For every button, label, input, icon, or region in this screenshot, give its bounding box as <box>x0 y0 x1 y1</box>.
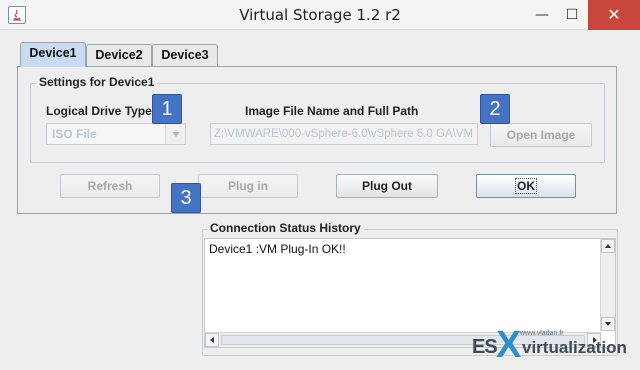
tab-device1[interactable]: Device1 <box>20 42 86 67</box>
chevron-down-icon[interactable] <box>165 124 185 144</box>
drive-type-label: Logical Drive Type <box>46 104 152 118</box>
settings-group-title: Settings for Device1 <box>36 75 158 89</box>
marker-3: 3 <box>171 183 201 213</box>
plug-out-button[interactable]: Plug Out <box>336 174 438 198</box>
drive-type-value: ISO File <box>52 127 97 141</box>
minimize-button[interactable]: — <box>527 0 557 30</box>
watermark-es: ES <box>472 336 498 358</box>
tab-device3[interactable]: Device3 <box>152 44 218 66</box>
marker-2: 2 <box>480 94 510 124</box>
ok-button[interactable]: OK <box>476 174 576 198</box>
marker-1: 1 <box>152 94 182 124</box>
connection-status-title: Connection Status History <box>207 221 364 235</box>
watermark-x-logo: X <box>496 324 522 366</box>
close-button[interactable]: ✕ <box>588 0 640 30</box>
maximize-button[interactable]: ☐ <box>557 0 587 30</box>
watermark-virtualization: virtualization <box>522 338 627 357</box>
open-image-button[interactable]: Open Image <box>490 123 592 147</box>
scroll-down-icon[interactable] <box>601 317 615 331</box>
ok-label: OK <box>515 178 537 194</box>
drive-type-select[interactable]: ISO File <box>46 123 186 145</box>
scroll-left-icon[interactable] <box>205 333 219 347</box>
status-line: Device1 :VM Plug-In OK!! <box>209 242 346 256</box>
scroll-up-icon[interactable] <box>601 239 615 253</box>
refresh-button[interactable]: Refresh <box>60 174 160 198</box>
watermark-url: www.vladan.fr <box>520 330 564 337</box>
vertical-scrollbar[interactable] <box>600 239 615 331</box>
plug-in-button[interactable]: Plug in <box>198 174 298 198</box>
image-path-input[interactable]: Z:\VMWARE\000-vSphere-6.0\vSphere 6.0 GA… <box>210 123 478 145</box>
tab-device2[interactable]: Device2 <box>86 44 152 66</box>
image-path-label: Image File Name and Full Path <box>245 104 419 118</box>
